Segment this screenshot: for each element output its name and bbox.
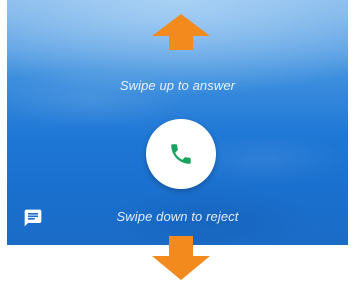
swipe-up-hint: Swipe up to answer [119, 78, 236, 93]
arrow-up-icon [152, 14, 210, 50]
stage: Swipe up to answer Swipe down to reject [0, 0, 355, 281]
answer-call-button[interactable] [146, 119, 216, 189]
arrow-down-icon [152, 236, 210, 280]
swipe-down-hint: Swipe down to reject [116, 209, 239, 224]
phone-icon [171, 144, 191, 164]
